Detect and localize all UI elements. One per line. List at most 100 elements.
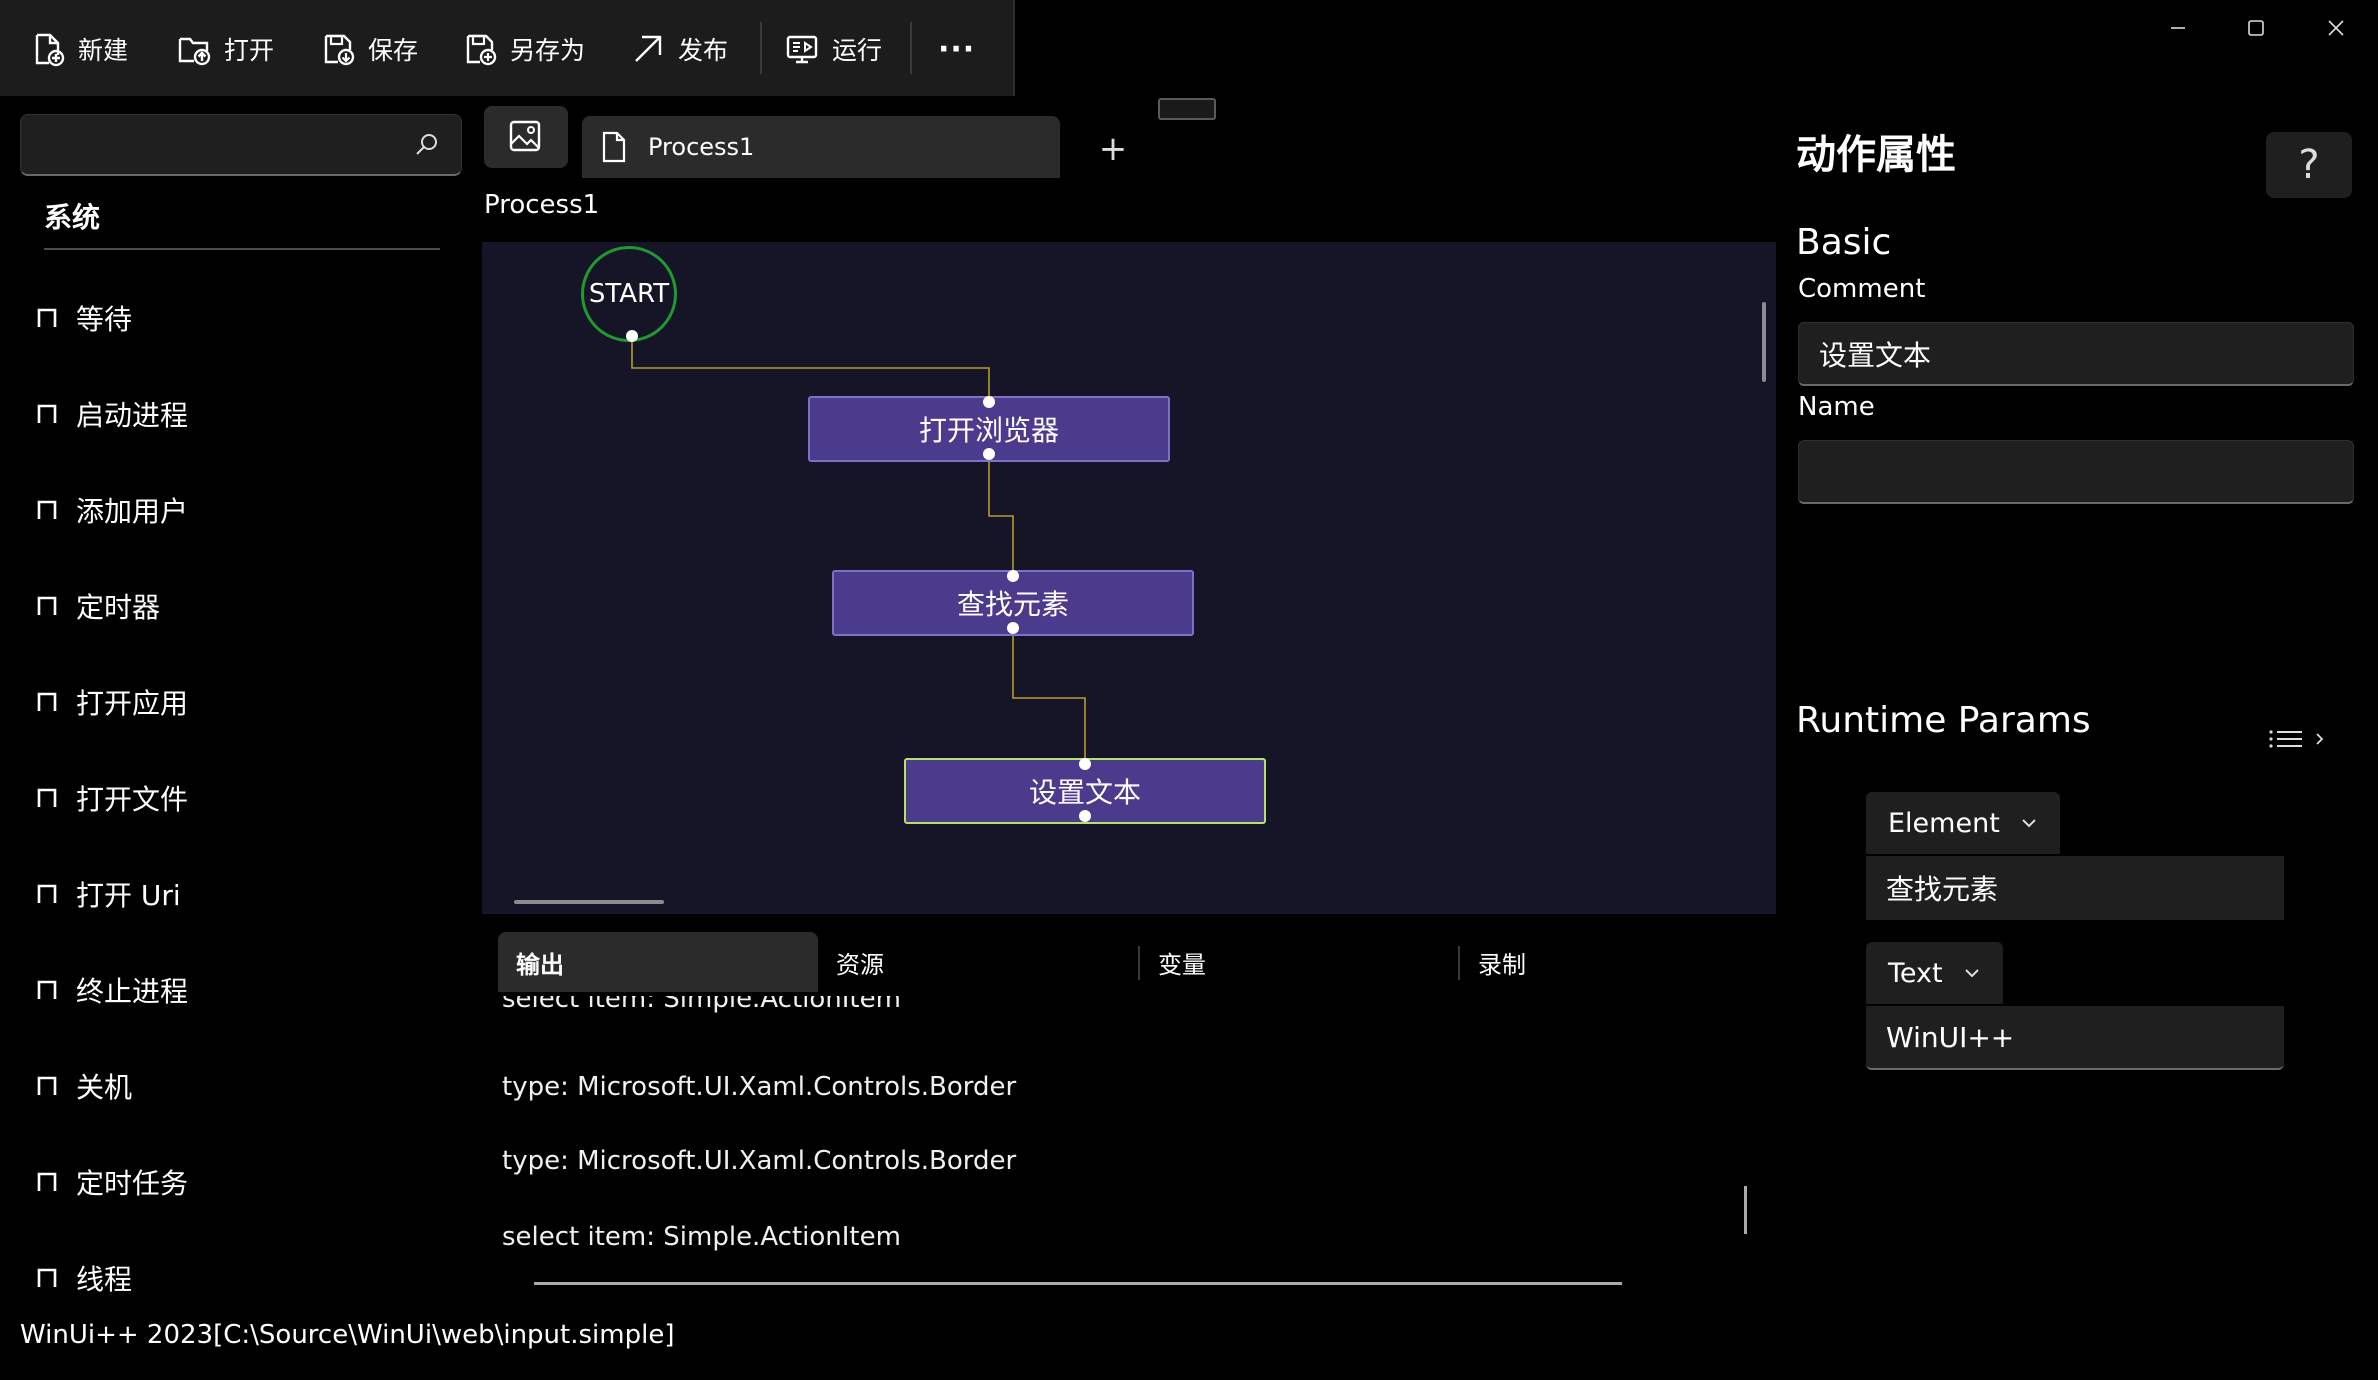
- toolbar-divider: [910, 22, 912, 74]
- output-port[interactable]: [983, 448, 995, 460]
- tab-label: 输出: [516, 950, 564, 979]
- new-label: 新建: [78, 36, 129, 65]
- sidebar-item-thread[interactable]: 线程: [36, 1258, 132, 1298]
- start-node[interactable]: START: [581, 246, 677, 342]
- sidebar-item-label: 打开 Uri: [76, 879, 181, 912]
- tab-resources[interactable]: 资源: [818, 932, 1138, 992]
- node-label: 查找元素: [956, 588, 1069, 621]
- action-icon: [36, 595, 58, 617]
- document-title: Process1: [484, 190, 600, 220]
- tab-process1[interactable]: Process1: [582, 116, 1060, 178]
- monitor-run-icon: [784, 31, 820, 67]
- status-bar: WinUi++ 2023[C:\Source\WinUi\web\input.s…: [20, 1320, 675, 1350]
- output-port[interactable]: [1079, 810, 1091, 822]
- more-button[interactable]: ···: [938, 20, 975, 78]
- sidebar-item-label: 打开文件: [76, 783, 189, 816]
- sidebar-item-start-process[interactable]: 启动进程: [36, 394, 188, 434]
- runtime-params-title: Runtime Params: [1796, 700, 2091, 741]
- action-icon: [36, 1075, 58, 1097]
- flow-canvas[interactable]: START 打开浏览器 查找元素 设置文本: [482, 242, 1776, 914]
- tab-label: Process1: [648, 133, 755, 161]
- output-port[interactable]: [1007, 622, 1019, 634]
- search-input[interactable]: [21, 115, 409, 173]
- param-value-field[interactable]: 查找元素: [1866, 856, 2284, 920]
- run-label: 运行: [832, 36, 883, 65]
- properties-title: 动作属性: [1796, 132, 1956, 178]
- param-value: WinUI++: [1886, 1020, 2015, 1054]
- action-icon: [36, 979, 58, 1001]
- search-icon[interactable]: [413, 131, 441, 159]
- sidebar-item-open-uri[interactable]: 打开 Uri: [36, 874, 181, 914]
- name-field[interactable]: [1798, 440, 2354, 504]
- toolbar: 新建 打开 保存 另存为 发布 运行 ···: [0, 0, 1015, 96]
- open-button[interactable]: 打开: [176, 20, 274, 78]
- add-tab-button[interactable]: +: [1090, 126, 1136, 172]
- sidebar-item-wait[interactable]: 等待: [36, 298, 132, 338]
- tab-variables[interactable]: 变量: [1140, 932, 1460, 992]
- maximize-button[interactable]: [2226, 10, 2286, 46]
- save-icon: [320, 31, 356, 67]
- sidebar-item-scheduled-task[interactable]: 定时任务: [36, 1162, 188, 1202]
- save-label: 保存: [368, 36, 419, 65]
- folder-open-icon: [176, 31, 212, 67]
- sidebar-item-timer[interactable]: 定时器: [36, 586, 160, 626]
- sidebar-item-add-user[interactable]: 添加用户: [36, 490, 188, 530]
- list-icon: [2268, 728, 2304, 750]
- param-type-dropdown[interactable]: Text: [1866, 942, 2003, 1004]
- save-as-icon: [462, 31, 498, 67]
- input-port[interactable]: [1079, 758, 1091, 770]
- image-tab-button[interactable]: [484, 106, 568, 168]
- output-port[interactable]: [626, 330, 638, 342]
- input-port[interactable]: [1007, 570, 1019, 582]
- sidebar-item-label: 关机: [76, 1071, 133, 1104]
- runtime-list-button[interactable]: [2268, 728, 2326, 750]
- arrow-up-right-icon: [630, 31, 666, 67]
- action-icon: [36, 691, 58, 713]
- node-label: 打开浏览器: [918, 414, 1059, 447]
- close-button[interactable]: [2306, 10, 2366, 46]
- sidebar-item-shutdown[interactable]: 关机: [36, 1066, 132, 1106]
- log-horizontal-scrollbar[interactable]: [534, 1282, 1622, 1285]
- action-icon: [36, 1171, 58, 1193]
- log-line: type: Microsoft.UI.Xaml.Controls.Border: [502, 1146, 1017, 1176]
- log-line: select item: Simple.ActionItem: [502, 1222, 901, 1252]
- sidebar-title: 系统: [44, 201, 101, 234]
- tab-label: 资源: [836, 950, 884, 979]
- help-button[interactable]: ?: [2266, 132, 2352, 198]
- input-port[interactable]: [983, 396, 995, 408]
- save-button[interactable]: 保存: [320, 20, 418, 78]
- tab-record[interactable]: 录制: [1460, 932, 1760, 992]
- publish-button[interactable]: 发布: [630, 20, 728, 78]
- open-label: 打开: [224, 36, 275, 65]
- comment-field[interactable]: 设置文本: [1798, 322, 2354, 386]
- canvas-vertical-scrollbar[interactable]: [1762, 302, 1766, 382]
- chevron-down-icon: [1963, 967, 1981, 979]
- save-as-button[interactable]: 另存为: [462, 20, 585, 78]
- new-button[interactable]: 新建: [30, 20, 128, 78]
- file-add-icon: [30, 31, 66, 67]
- log-vertical-scrollbar[interactable]: [1744, 1186, 1747, 1234]
- sidebar-divider: [44, 248, 440, 250]
- param-type-dropdown[interactable]: Element: [1866, 792, 2060, 854]
- comment-value: 设置文本: [1819, 338, 1932, 372]
- action-icon: [36, 403, 58, 425]
- save-as-label: 另存为: [510, 36, 586, 65]
- minimize-button[interactable]: [2148, 10, 2208, 46]
- param-value-field[interactable]: WinUI++: [1866, 1006, 2284, 1070]
- splitter-handle[interactable]: [1158, 98, 1216, 120]
- action-icon: [36, 1267, 58, 1289]
- sidebar-item-label: 终止进程: [76, 975, 189, 1008]
- maximize-icon: [2247, 19, 2265, 37]
- log-line: select item: Simple.ActionItem: [502, 996, 901, 1014]
- image-icon: [507, 118, 545, 156]
- run-button[interactable]: 运行: [784, 20, 882, 78]
- toolbar-divider: [760, 22, 762, 74]
- param-value: 查找元素: [1886, 873, 1999, 906]
- sidebar-item-open-file[interactable]: 打开文件: [36, 778, 188, 818]
- canvas-horizontal-scrollbar[interactable]: [514, 900, 664, 904]
- sidebar-item-kill-process[interactable]: 终止进程: [36, 970, 188, 1010]
- tab-label: 变量: [1158, 950, 1206, 979]
- basic-section-title: Basic: [1796, 222, 1892, 263]
- tab-output[interactable]: 输出: [498, 932, 818, 992]
- sidebar-item-open-app[interactable]: 打开应用: [36, 682, 188, 722]
